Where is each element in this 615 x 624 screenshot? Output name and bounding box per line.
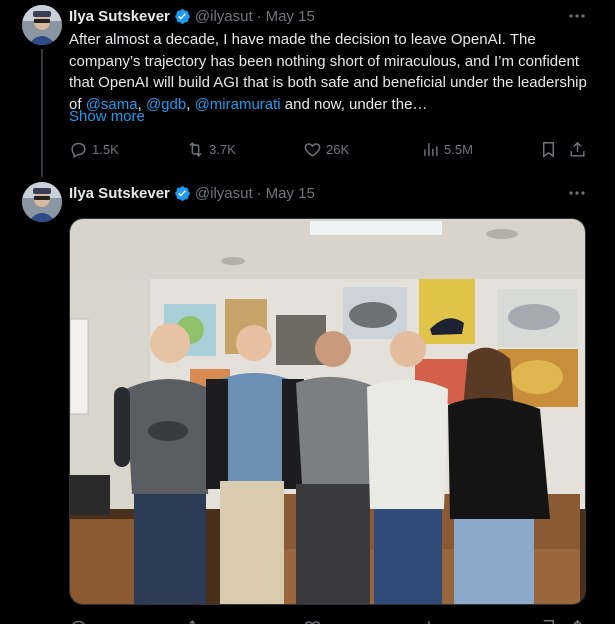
- views-icon: [424, 143, 438, 156]
- thread-line: [41, 49, 43, 177]
- tweet-text-part: and now, under the…: [280, 95, 428, 113]
- verified-badge-icon: [175, 8, 190, 24]
- repost-icon[interactable]: [186, 618, 205, 624]
- heart-icon: [304, 143, 321, 157]
- tweet-actions: [69, 618, 589, 624]
- author-name[interactable]: Ilya Sutskever: [69, 185, 170, 202]
- tweet-actions: 1.5K 3.7K 26K 5.5M: [69, 140, 589, 160]
- more-dots-icon[interactable]: [567, 183, 587, 203]
- like-button[interactable]: 26K: [303, 140, 349, 159]
- author-handle[interactable]: @ilyasut: [195, 185, 253, 202]
- tweet-photo[interactable]: [69, 218, 586, 605]
- repost-icon: [189, 142, 202, 157]
- separator-dot: ·: [256, 7, 262, 25]
- reply-icon: [71, 142, 86, 159]
- tweet[interactable]: Ilya Sutskever @ilyasut · May 15 After a…: [0, 0, 615, 177]
- reply-button[interactable]: 1.5K: [69, 140, 119, 159]
- repost-button[interactable]: 3.7K: [186, 140, 236, 159]
- reply-count: 1.5K: [92, 142, 119, 157]
- author-handle[interactable]: @ilyasut: [195, 8, 253, 25]
- reply-icon[interactable]: [69, 618, 88, 624]
- tweet-date[interactable]: May 15: [266, 8, 315, 25]
- tweet-header: Ilya Sutskever @ilyasut · May 15: [69, 183, 315, 203]
- views-button[interactable]: 5.5M: [421, 140, 473, 159]
- bookmark-button[interactable]: [539, 140, 562, 159]
- avatar[interactable]: [22, 182, 62, 222]
- share-icon: [570, 141, 585, 157]
- share-icon[interactable]: [568, 618, 587, 624]
- tweet[interactable]: Ilya Sutskever @ilyasut · May 15: [0, 172, 615, 624]
- bookmark-icon: [543, 142, 554, 158]
- verified-badge-icon: [175, 185, 190, 201]
- repost-count: 3.7K: [209, 142, 236, 157]
- bookmark-icon[interactable]: [539, 618, 558, 624]
- share-button[interactable]: [568, 140, 591, 159]
- views-icon[interactable]: [421, 618, 440, 624]
- mention-link[interactable]: @gdb: [146, 96, 186, 113]
- tweet-date[interactable]: May 15: [266, 185, 315, 202]
- tweet-header: Ilya Sutskever @ilyasut · May 15: [69, 6, 315, 26]
- tweet-text-part: ,: [186, 95, 195, 113]
- author-name[interactable]: Ilya Sutskever: [69, 8, 170, 25]
- avatar[interactable]: [22, 5, 62, 45]
- show-more-link[interactable]: Show more: [69, 108, 145, 125]
- group-photo: [70, 219, 585, 604]
- heart-icon[interactable]: [303, 618, 322, 624]
- more-dots-icon[interactable]: [567, 6, 587, 26]
- views-count: 5.5M: [444, 142, 473, 157]
- tweet-text: After almost a decade, I have made the d…: [69, 29, 589, 115]
- separator-dot: ·: [256, 184, 262, 202]
- mention-link[interactable]: @miramurati: [195, 96, 281, 113]
- like-count: 26K: [326, 142, 350, 157]
